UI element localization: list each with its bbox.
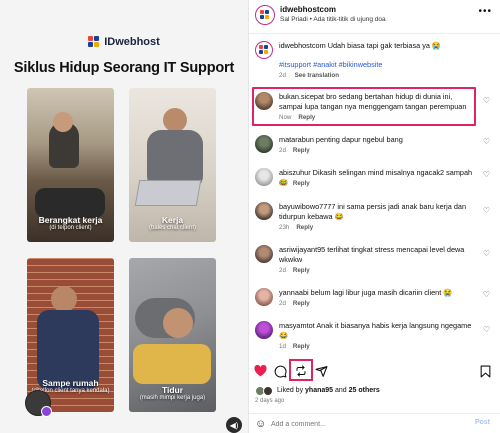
brand-logo: IDwebhost <box>0 36 248 48</box>
avatar[interactable] <box>255 5 275 25</box>
avatar[interactable] <box>255 168 273 186</box>
comment-like-heart-icon[interactable]: ♡ <box>483 137 490 146</box>
comment-text: masyamtot Anak it biasanya habis kerja l… <box>279 321 476 341</box>
comment-item: matarabun penting dapur ngebul bang 2d Re… <box>249 135 500 159</box>
panel-title: Berangkat kerja <box>38 215 103 225</box>
brand-mark-icon <box>88 36 100 48</box>
likes-prefix: Liked by <box>277 387 304 394</box>
reply-button[interactable]: Reply <box>293 180 310 187</box>
comment-username[interactable]: abiszuhur <box>279 168 311 177</box>
panel-subtitle: (di telpon client) <box>49 225 92 231</box>
reply-button[interactable]: Reply <box>293 147 310 154</box>
avatar[interactable] <box>255 135 273 153</box>
floating-avatar[interactable] <box>25 390 52 417</box>
comment-username[interactable]: matarabun <box>279 135 314 144</box>
comment-username[interactable]: bayuwibowo7777 <box>279 202 335 211</box>
avatar[interactable] <box>255 321 273 339</box>
instagram-post-view: IDwebhost Siklus Hidup Seorang IT Suppor… <box>0 0 500 433</box>
highlighted-repost-box <box>289 359 313 381</box>
caption-text: idwebhostcom Udah biasa tapi gak terbias… <box>279 41 476 51</box>
comment-item: yannaabi belum lagi libur juga masih dic… <box>249 288 500 312</box>
post-comment-button[interactable]: Post <box>475 419 490 426</box>
liker-avatar <box>263 386 273 396</box>
likes-others[interactable]: 25 others <box>349 387 380 394</box>
action-bar <box>249 364 500 382</box>
comment-age: 6h <box>279 180 286 187</box>
avatar[interactable] <box>255 245 273 263</box>
caption-hashtags[interactable]: #itsupport #anakit #bikinwebsite <box>279 60 476 70</box>
status-dot-icon <box>41 406 52 417</box>
reply-button[interactable]: Reply <box>296 224 313 231</box>
comment-item: bayuwibowo7777 ini sama persis jadi anak… <box>249 202 500 236</box>
author-username[interactable]: idwebhostcom <box>280 5 336 14</box>
comment-like-heart-icon[interactable]: ♡ <box>483 325 490 334</box>
post-headline: Siklus Hidup Seorang IT Support <box>13 60 235 76</box>
comment-username[interactable]: masyamtot <box>279 321 315 330</box>
comment-input[interactable] <box>271 417 461 431</box>
sound-icon[interactable]: ◀) <box>226 417 242 433</box>
post-header: idwebhostcom Sal Priadi • Ada titik-titi… <box>249 0 500 34</box>
photo-panel-home: Sampe rumah (ditelfon client tanya kenda… <box>27 258 114 412</box>
panel-title: Tidur <box>161 385 184 395</box>
see-translation-link[interactable]: See translation <box>295 72 339 79</box>
caption-username[interactable]: idwebhostcom <box>279 41 326 50</box>
caption-row: idwebhostcom Udah biasa tapi gak terbias… <box>249 41 500 87</box>
reply-button[interactable]: Reply <box>293 343 310 350</box>
post-media[interactable]: IDwebhost Siklus Hidup Seorang IT Suppor… <box>0 0 248 433</box>
post-sidebar: idwebhostcom Sal Priadi • Ada titik-titi… <box>248 0 500 433</box>
panel-title: Kerja <box>161 215 184 225</box>
photo-panel-work: Kerja (bales chat client) <box>129 88 216 242</box>
comments-list[interactable]: idwebhostcom Udah biasa tapi gak terbias… <box>249 34 500 364</box>
liker-username[interactable]: yhana95 <box>305 387 333 394</box>
photo-panel-sleep: Tidur (masih mimpi kerja juga) <box>129 258 216 412</box>
brand-name: IDwebhost <box>104 36 160 48</box>
bookmark-icon[interactable] <box>478 364 492 378</box>
comment-icon[interactable] <box>273 364 287 378</box>
caption-age: 2d <box>279 72 286 79</box>
comment-body: penting dapur ngebul bang <box>315 135 403 144</box>
panel-subtitle: (bales chat client) <box>148 225 197 231</box>
avatar[interactable] <box>255 288 273 306</box>
comment-text: matarabun penting dapur ngebul bang <box>279 135 476 145</box>
comment-composer: ☺ Post <box>249 413 500 433</box>
comment-age: 2d <box>279 147 286 154</box>
comment-age: 1d <box>279 343 286 350</box>
comment-age: 2d <box>279 300 286 307</box>
photo-panel-commute: Berangkat kerja (di telpon client) <box>27 88 114 242</box>
avatar[interactable] <box>255 202 273 220</box>
comment-like-heart-icon[interactable]: ♡ <box>483 96 490 105</box>
comment-age: 23h <box>279 224 290 231</box>
audio-track[interactable]: Sal Priadi • Ada titik-titik di ujung do… <box>280 16 386 23</box>
likes-summary[interactable]: Liked by yhana95 and 25 others <box>255 386 500 398</box>
comment-text: yannaabi belum lagi libur juga masih dic… <box>279 288 476 298</box>
comment-item: abiszuhur Dikasih selingan mind misalnya… <box>249 168 500 192</box>
comment-item: asriwijayant95 terlihat tingkat stress m… <box>249 245 500 279</box>
comment-body: belum lagi libur juga masih dicariin cli… <box>310 288 453 297</box>
caption-body: Udah biasa tapi gak terbiasa ya 😭 <box>327 41 442 50</box>
comment-age: 2d <box>279 267 286 274</box>
avatar[interactable] <box>255 41 273 59</box>
share-icon[interactable] <box>314 364 328 378</box>
comment-item: masyamtot Anak it biasanya habis kerja l… <box>249 321 500 355</box>
likes-text: Liked by yhana95 and 25 others <box>277 387 380 394</box>
more-options-icon[interactable]: ••• <box>478 6 492 17</box>
comment-text: bayuwibowo7777 ini sama persis jadi anak… <box>279 202 476 222</box>
comment-username[interactable]: asriwijayant95 <box>279 245 325 254</box>
panel-subtitle: (masih mimpi kerja juga) <box>139 395 206 401</box>
comment-like-heart-icon[interactable]: ♡ <box>483 170 490 179</box>
reply-button[interactable]: Reply <box>293 300 310 307</box>
likes-and: and <box>335 387 347 394</box>
comment-username[interactable]: yannaabi <box>279 288 309 297</box>
smile-icon[interactable]: ☺ <box>255 418 266 430</box>
comment-like-heart-icon[interactable]: ♡ <box>483 249 490 258</box>
highlighted-comment-box <box>252 87 476 126</box>
heart-icon[interactable] <box>253 364 267 378</box>
panel-title: Sampe rumah <box>42 378 99 388</box>
comment-text: asriwijayant95 terlihat tingkat stress m… <box>279 245 476 265</box>
post-age: 2 days ago <box>255 398 285 404</box>
reply-button[interactable]: Reply <box>293 267 310 274</box>
comment-like-heart-icon[interactable]: ♡ <box>483 290 490 299</box>
comment-like-heart-icon[interactable]: ♡ <box>483 206 490 215</box>
